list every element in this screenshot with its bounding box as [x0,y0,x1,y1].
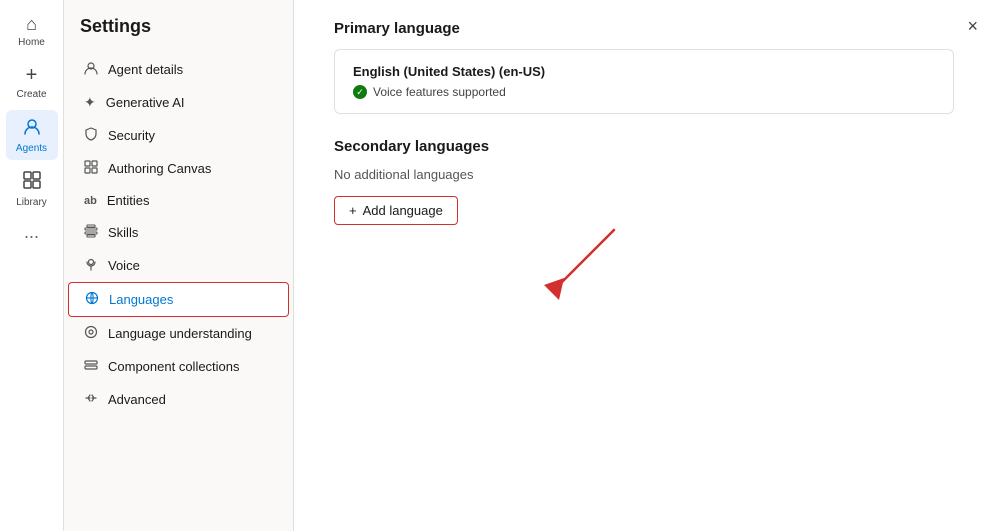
sidebar-item-languages[interactable]: Languages [68,282,289,317]
annotation-arrow [514,220,634,315]
nav-item-agents[interactable]: Agents [6,110,58,160]
primary-language-title: Primary language [334,20,958,37]
sidebar-label-advanced: Advanced [108,392,166,407]
generative-ai-icon: ✦ [84,94,96,111]
home-icon: ⌂ [26,14,37,35]
voice-icon [84,257,98,274]
languages-icon [85,291,99,308]
nav-bar: ⌂ Home + Create Agents Library ... [0,0,64,531]
close-button[interactable]: × [967,16,978,37]
create-icon: + [26,64,38,87]
skills-icon [84,224,98,241]
sidebar-label-entities: Entities [107,193,150,208]
nav-more-button[interactable]: ... [24,222,39,243]
sidebar-label-generative-ai: Generative AI [106,95,185,110]
main-content: × Primary language English (United State… [294,0,998,531]
sidebar-item-security[interactable]: Security [68,119,289,152]
nav-label-library: Library [16,197,47,208]
settings-title: Settings [64,16,293,53]
add-language-button-label: Add language [363,203,443,218]
sidebar-item-skills[interactable]: Skills [68,216,289,249]
sidebar-item-authoring-canvas[interactable]: Authoring Canvas [68,152,289,185]
sidebar-item-voice[interactable]: Voice [68,249,289,282]
sidebar-label-security: Security [108,128,155,143]
agent-details-icon [84,61,98,78]
sidebar-item-agent-details[interactable]: Agent details [68,53,289,86]
primary-language-name: English (United States) (en-US) [353,64,935,79]
nav-label-home: Home [18,37,45,48]
security-icon [84,127,98,144]
sidebar-label-voice: Voice [108,258,140,273]
check-icon: ✓ [353,85,367,99]
authoring-canvas-icon [84,160,98,177]
sidebar-item-language-understanding[interactable]: Language understanding [68,317,289,350]
add-language-button[interactable]: + Add language [334,196,458,225]
sidebar-label-languages: Languages [109,292,173,307]
settings-sidebar: Settings Agent details ✦ Generative AI S… [64,0,294,531]
voice-supported-label: Voice features supported [373,85,506,99]
voice-supported-indicator: ✓ Voice features supported [353,85,935,99]
nav-label-agents: Agents [16,143,47,154]
sidebar-label-agent-details: Agent details [108,62,183,77]
agents-icon [22,116,42,141]
add-language-plus-icon: + [349,203,357,218]
language-understanding-icon [84,325,98,342]
advanced-icon [84,391,98,408]
secondary-languages-section: Secondary languages No additional langua… [334,138,958,225]
no-additional-languages-label: No additional languages [334,167,958,182]
sidebar-label-component-collections: Component collections [108,359,240,374]
primary-language-card: English (United States) (en-US) ✓ Voice … [334,49,954,114]
nav-label-create: Create [16,89,46,100]
secondary-languages-title: Secondary languages [334,138,958,155]
sidebar-item-advanced[interactable]: Advanced [68,383,289,416]
sidebar-label-language-understanding: Language understanding [108,326,252,341]
nav-item-library[interactable]: Library [6,164,58,214]
entities-icon: ab [84,195,97,207]
component-collections-icon [84,358,98,375]
library-icon [22,170,42,195]
sidebar-item-entities[interactable]: ab Entities [68,185,289,216]
sidebar-item-generative-ai[interactable]: ✦ Generative AI [68,86,289,119]
sidebar-item-component-collections[interactable]: Component collections [68,350,289,383]
nav-item-home[interactable]: ⌂ Home [6,8,58,54]
nav-item-create[interactable]: + Create [6,58,58,106]
sidebar-label-skills: Skills [108,225,138,240]
sidebar-label-authoring-canvas: Authoring Canvas [108,161,211,176]
